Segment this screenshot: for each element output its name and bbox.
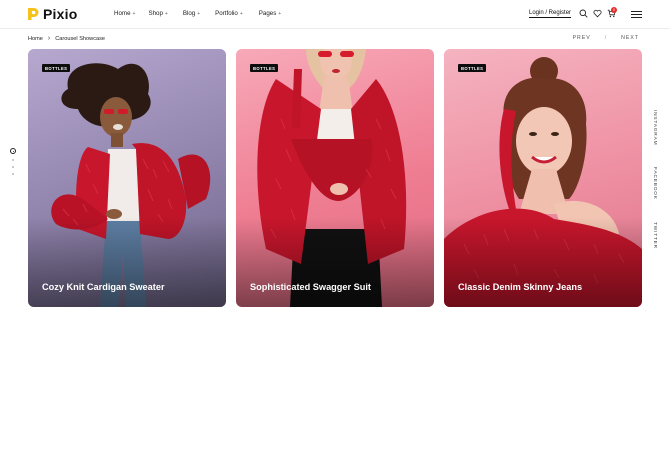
social-links: INSTAGRAM FACEBOOK TWITTER <box>652 110 657 249</box>
logo[interactable]: Pixio <box>27 6 77 22</box>
category-badge: BOTTLES <box>42 64 71 72</box>
social-link-instagram[interactable]: INSTAGRAM <box>652 110 657 145</box>
next-button[interactable]: NEXT <box>621 35 639 41</box>
nav-label: Home <box>114 10 131 17</box>
dot[interactable] <box>12 159 14 161</box>
nav-item-portfolio[interactable]: Portfolio + <box>215 10 243 17</box>
nav-item-pages[interactable]: Pages + <box>259 10 281 17</box>
prev-button[interactable]: PREV <box>573 35 591 41</box>
breadcrumb-current: Carousel Showcase <box>55 35 106 42</box>
card-title[interactable]: Classic Denim Skinny Jeans <box>458 282 582 292</box>
logo-mark-icon <box>27 7 39 21</box>
product-card[interactable]: BOTTLES Cozy Knit Cardigan Sweater <box>28 49 226 307</box>
search-icon[interactable] <box>579 9 588 18</box>
chevron-right-icon: › <box>47 35 51 42</box>
product-card[interactable]: BOTTLES Sophisticated Swagger Suit <box>236 49 434 307</box>
logo-text: Pixio <box>43 6 78 22</box>
login-register-link[interactable]: Login / Register <box>529 10 572 18</box>
menu-icon[interactable] <box>631 11 642 18</box>
plus-icon: + <box>132 10 136 17</box>
card-shade <box>28 217 226 307</box>
card-title[interactable]: Sophisticated Swagger Suit <box>250 282 371 292</box>
dot[interactable] <box>12 166 14 168</box>
pager-divider: / <box>604 35 608 41</box>
card-shade <box>236 217 434 307</box>
carousel-dots <box>10 148 16 175</box>
social-link-facebook[interactable]: FACEBOOK <box>652 167 657 200</box>
plus-icon: + <box>164 10 168 17</box>
category-badge: BOTTLES <box>458 64 487 72</box>
nav-label: Shop <box>148 10 163 17</box>
cart-count-badge: 0 <box>611 7 617 13</box>
nav-item-shop[interactable]: Shop + <box>148 10 167 17</box>
nav-label: Blog <box>182 10 196 17</box>
main-nav: Home + Shop + Blog + Portfolio + Pages + <box>114 10 281 17</box>
card-title[interactable]: Cozy Knit Cardigan Sweater <box>42 282 165 292</box>
nav-item-home[interactable]: Home + <box>114 10 135 17</box>
breadcrumb-home[interactable]: Home <box>28 36 43 42</box>
product-card[interactable]: BOTTLES Classic Denim Skinny Jeans <box>444 49 642 307</box>
plus-icon: + <box>197 10 201 17</box>
dot[interactable] <box>12 173 14 175</box>
nav-label: Pages <box>258 10 277 17</box>
category-badge: BOTTLES <box>250 64 279 72</box>
nav-label: Portfolio <box>215 10 238 17</box>
plus-icon: + <box>278 10 282 17</box>
breadcrumb: Home › Carousel Showcase <box>28 35 105 42</box>
plus-icon: + <box>239 10 243 17</box>
dot-active[interactable] <box>10 148 16 154</box>
nav-item-blog[interactable]: Blog + <box>183 10 200 17</box>
card-shade <box>444 217 642 307</box>
carousel-pager: PREV / NEXT <box>573 35 639 41</box>
heart-icon[interactable] <box>593 9 602 18</box>
site-header: Pixio Home + Shop + Blog + Portfolio + P… <box>0 0 670 29</box>
social-link-twitter[interactable]: TWITTER <box>652 222 657 249</box>
